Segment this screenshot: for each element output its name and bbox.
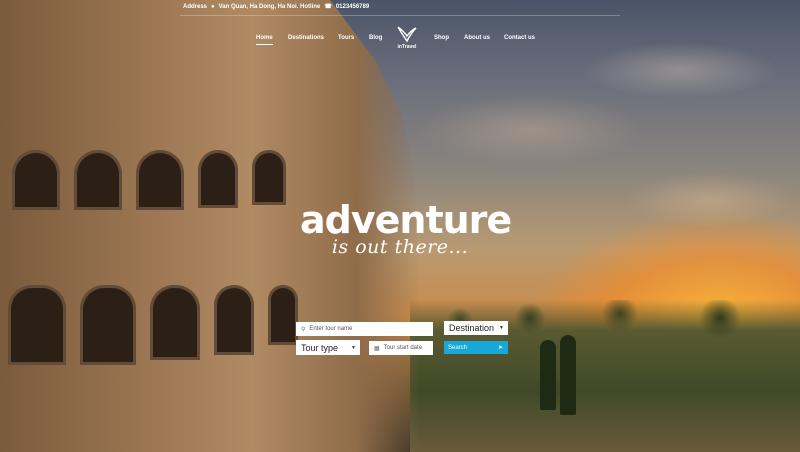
cypress-tree	[540, 340, 556, 410]
tour-type-selected: Tour type	[301, 342, 339, 353]
arch	[80, 285, 136, 365]
destination-select[interactable]: Destination ▼	[444, 321, 508, 335]
chevron-down-icon: ▼	[499, 325, 504, 331]
address-value: Van Quan, Ha Dong, Ha Noi. Hotline	[218, 3, 321, 10]
chevron-down-icon: ▼	[351, 344, 356, 351]
arch	[8, 285, 66, 365]
cypress-tree	[560, 335, 576, 415]
arch	[12, 150, 60, 210]
nav-item-about[interactable]: About us	[464, 35, 490, 41]
hotline-number[interactable]: 0123456789	[336, 4, 369, 10]
topbar-divider	[180, 15, 620, 16]
tour-name-placeholder: Enter tour name	[309, 326, 353, 332]
arch	[214, 285, 254, 355]
arch-row-lower	[8, 285, 298, 365]
destination-selected: Destination	[449, 323, 495, 333]
nav-item-tours[interactable]: Tours	[338, 35, 354, 41]
site-logo[interactable]: inTravel	[394, 25, 420, 50]
arch	[252, 150, 286, 205]
tour-name-field[interactable]: ⚲ Enter tour name	[296, 322, 433, 336]
topbar: Address ● Van Quan, Ha Dong, Ha Noi. Hot…	[183, 3, 369, 11]
arch	[198, 150, 238, 208]
nav-item-shop[interactable]: Shop	[434, 35, 449, 41]
address-label: Address	[183, 3, 208, 10]
swallow-logo-icon	[397, 26, 417, 43]
nav-item-destinations[interactable]: Destinations	[288, 35, 324, 41]
arch	[74, 150, 122, 210]
nav-item-home[interactable]: Home	[256, 35, 273, 45]
phone-icon: ☎	[324, 4, 332, 10]
start-date-placeholder: Tour start date	[383, 345, 423, 351]
nav-item-contact[interactable]: Contact us	[504, 35, 535, 41]
logo-text: inTravel	[397, 44, 417, 50]
arch	[268, 285, 298, 345]
calendar-icon: ▦	[374, 345, 380, 352]
paper-plane-icon: ➤	[497, 345, 503, 351]
tour-type-select[interactable]: Tour type ▼	[296, 340, 360, 355]
hero-subtitle: is out there...	[331, 236, 469, 258]
search-button[interactable]: Search ➤	[444, 341, 508, 354]
nav-item-blog[interactable]: Blog	[369, 35, 382, 41]
search-button-label: Search	[448, 344, 468, 351]
location-pin-icon: ●	[211, 3, 215, 10]
start-date-field[interactable]: ▦ Tour start date	[369, 341, 433, 355]
arch-row-upper	[12, 150, 286, 210]
search-icon: ⚲	[301, 326, 306, 333]
arch	[136, 150, 184, 210]
arch	[150, 285, 200, 360]
